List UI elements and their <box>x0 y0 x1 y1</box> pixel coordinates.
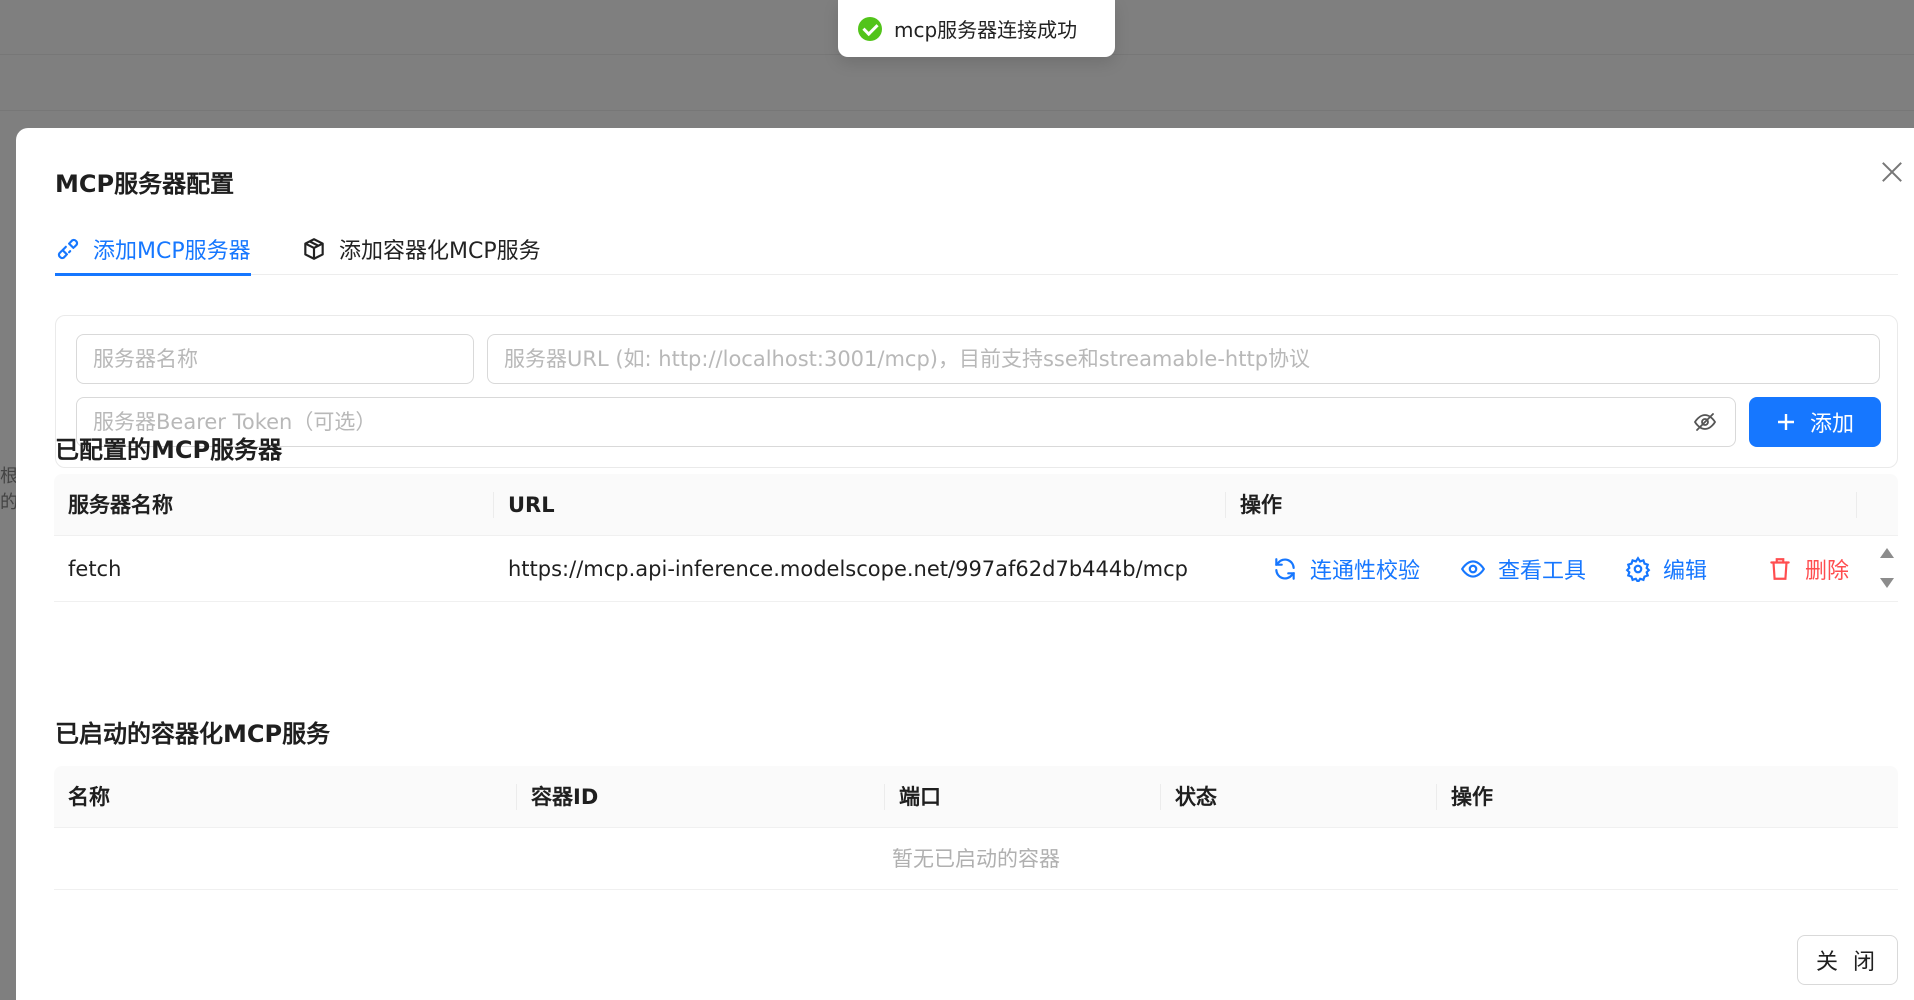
delete-label: 删除 <box>1805 559 1850 584</box>
containers-table: 名称 容器ID 端口 状态 操作 暂无已启动的容器 <box>54 766 1898 890</box>
bearer-token-input[interactable] <box>76 397 1736 447</box>
check-circle-icon <box>858 16 882 41</box>
cube-icon <box>304 237 324 260</box>
tab-bar: 添加MCP服务器 添加容器化MCP服务 <box>55 222 1898 276</box>
mcp-config-modal: MCP服务器配置 添加MCP服务器 添加容器化MCP服务 添加 <box>16 128 1914 1000</box>
table-header: 服务器名称 URL 操作 <box>54 474 1898 536</box>
eye-off-icon[interactable] <box>1692 410 1718 434</box>
eye-icon <box>1460 560 1486 578</box>
server-url-input[interactable] <box>487 334 1880 384</box>
table-header: 名称 容器ID 端口 状态 操作 <box>54 766 1898 828</box>
column-separator <box>1856 492 1857 518</box>
link-icon <box>57 238 79 259</box>
server-name-input[interactable] <box>76 334 474 384</box>
view-tools-button[interactable]: 查看工具 <box>1460 554 1586 584</box>
toast-message: mcp服务器连接成功 <box>894 18 1078 42</box>
empty-state: 暂无已启动的容器 <box>54 828 1898 890</box>
modal-title: MCP服务器配置 <box>55 170 235 198</box>
column-header: 状态 <box>1175 785 1217 809</box>
column-header: 名称 <box>68 785 110 809</box>
scroll-down-icon[interactable] <box>1880 578 1894 588</box>
column-header: 容器ID <box>531 785 599 809</box>
delete-button[interactable]: 删除 <box>1767 554 1849 584</box>
close-icon[interactable] <box>1878 158 1906 186</box>
add-server-button[interactable]: 添加 <box>1749 397 1881 447</box>
scroll-up-icon[interactable] <box>1880 548 1894 558</box>
server-name-cell: fetch <box>68 557 122 581</box>
token-field <box>76 397 1736 447</box>
background-divider <box>0 110 1914 111</box>
column-header: 服务器名称 <box>68 493 173 517</box>
edit-button[interactable]: 编辑 <box>1625 554 1707 584</box>
column-header: 端口 <box>899 785 941 809</box>
configured-servers-title: 已配置的MCP服务器 <box>55 436 283 464</box>
containers-title: 已启动的容器化MCP服务 <box>55 720 331 748</box>
check-label: 连通性校验 <box>1310 559 1421 584</box>
tab-label: 添加MCP服务器 <box>93 238 251 264</box>
trash-icon <box>1770 558 1790 580</box>
tab-add-container-mcp[interactable]: 添加容器化MCP服务 <box>301 222 541 275</box>
tab-label: 添加容器化MCP服务 <box>339 238 541 264</box>
column-header: 操作 <box>1451 785 1493 809</box>
success-toast: mcp服务器连接成功 <box>838 0 1115 57</box>
edit-label: 编辑 <box>1663 559 1708 584</box>
plus-icon <box>1777 414 1794 430</box>
server-url-cell: https://mcp.api-inference.modelscope.net… <box>508 557 1188 581</box>
column-header: 操作 <box>1240 493 1282 517</box>
gear-icon <box>1625 556 1651 582</box>
table-row: fetch https://mcp.api-inference.modelsco… <box>54 536 1898 602</box>
check-connectivity-button[interactable]: 连通性校验 <box>1272 554 1420 584</box>
configured-servers-table: 服务器名称 URL 操作 fetch https://mcp.api-infer… <box>54 474 1898 602</box>
tab-add-mcp-server[interactable]: 添加MCP服务器 <box>55 222 251 276</box>
add-button-label: 添加 <box>1809 412 1854 437</box>
add-server-form: 添加 <box>55 315 1898 468</box>
view-tools-label: 查看工具 <box>1498 559 1587 584</box>
refresh-icon <box>1275 558 1295 580</box>
column-header: URL <box>508 493 555 517</box>
close-button[interactable]: 关 闭 <box>1797 935 1898 985</box>
